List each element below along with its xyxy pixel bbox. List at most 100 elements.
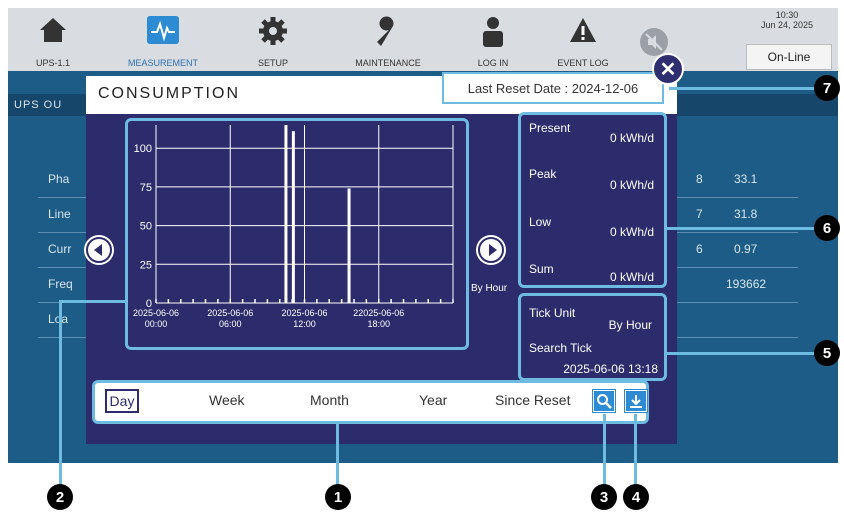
present-label: Present	[529, 121, 571, 135]
callout-2: 2	[47, 484, 73, 510]
x-tick-label-time: 06:00	[219, 319, 242, 329]
x-tick-label-time: 18:00	[367, 319, 390, 329]
chart-svg: 02550751002025-06-0600:002025-06-0606:00…	[133, 125, 454, 329]
download-icon	[630, 395, 642, 408]
nav-maintenance[interactable]: MAINTENANCE	[333, 8, 443, 71]
by-hour-label: By Hour	[471, 283, 508, 294]
search-tick-label: Search Tick	[529, 341, 592, 355]
modal-title: CONSUMPTION	[98, 85, 240, 102]
tick-panel: Tick Unit By Hour Search Tick 2025-06-06…	[518, 293, 667, 381]
nav-maintenance-label: MAINTENANCE	[355, 58, 421, 68]
low-value: 0 kWh/d	[609, 225, 654, 239]
chart-bar	[284, 125, 288, 303]
tab-since-reset[interactable]: Since Reset	[495, 392, 570, 408]
search-icon	[597, 394, 612, 409]
search-tick-value: 2025-06-06 13:18	[563, 362, 658, 376]
nav-measurement-label: MEASUREMENT	[127, 58, 198, 68]
tab-month[interactable]: Month	[310, 392, 349, 408]
callout-7: 7	[814, 75, 840, 101]
nav-setup-label: SETUP	[257, 58, 288, 68]
callout-6: 6	[814, 215, 840, 241]
callout-4: 4	[623, 484, 649, 510]
waveform-icon	[147, 16, 179, 44]
close-button[interactable]: ✕	[652, 53, 684, 85]
y-tick-label: 25	[140, 259, 152, 271]
callout-line-1	[336, 424, 339, 484]
row-label: Freq	[48, 277, 73, 291]
row-value: 33.1	[734, 172, 758, 186]
arrow-right-icon	[488, 244, 497, 256]
nav-event-log[interactable]: EVENT LOG	[538, 8, 628, 71]
x-tick-label-time: 12:00	[293, 319, 316, 329]
close-icon: ✕	[659, 58, 677, 81]
tab-week[interactable]: Week	[209, 392, 245, 408]
tab-day[interactable]: Day	[105, 389, 139, 413]
warning-icon	[570, 18, 596, 42]
x-tick-label-time: 00:00	[145, 319, 168, 329]
arrow-left-icon	[93, 244, 102, 256]
mute-button[interactable]	[640, 28, 668, 56]
callout-line-7	[669, 87, 817, 90]
nav-home-label: UPS-1.1	[35, 58, 70, 68]
x-tick-label-date: 2025-06-06	[133, 308, 179, 318]
sum-label: Sum	[529, 262, 554, 276]
callout-5: 5	[814, 340, 840, 366]
row-value: 8	[696, 172, 703, 186]
y-tick-label: 100	[134, 143, 152, 155]
x-tick-label-date: 2025-06-06	[281, 308, 327, 318]
row-value: 0.97	[734, 242, 758, 256]
search-button[interactable]	[593, 390, 615, 412]
tick-unit-label: Tick Unit	[529, 306, 576, 320]
peak-value: 0 kWh/d	[609, 178, 654, 192]
nav-login[interactable]: LOG IN	[453, 8, 533, 71]
consumption-chart: 0 25 50 75 100 2025-06-06 00:00 2025-06-06 06:00…	[125, 118, 469, 350]
prev-button[interactable]	[86, 237, 112, 263]
callout-line-6	[667, 227, 817, 230]
peak-label: Peak	[529, 167, 557, 181]
nav-measurement[interactable]: MEASUREMENT	[108, 8, 218, 71]
last-reset-date: Last Reset Date : 2024-12-06	[442, 72, 664, 104]
callout-line-4	[634, 414, 637, 486]
clock-time: 10:30	[775, 10, 799, 20]
callout-line-2-h	[59, 300, 127, 303]
download-button[interactable]	[625, 390, 647, 412]
row-value: 31.8	[734, 207, 758, 221]
callout-3: 3	[591, 484, 617, 510]
wrench-icon	[377, 16, 394, 46]
nav-login-label: LOG IN	[477, 58, 509, 68]
nav-event-log-label: EVENT LOG	[557, 58, 609, 68]
home-icon	[40, 18, 66, 42]
callout-line-3	[603, 414, 606, 486]
callout-line-2	[59, 300, 62, 486]
row-label: Pha	[48, 172, 70, 186]
status-badge: On-Line	[746, 44, 832, 70]
period-tab-bar: Day Week Month Year Since Reset	[92, 380, 649, 424]
y-tick-label: 75	[140, 182, 152, 194]
x-tick-label-date: 22025-06-06	[353, 308, 404, 318]
user-icon	[483, 17, 503, 47]
row-label: Curr	[48, 242, 72, 256]
chart-bar	[291, 131, 295, 303]
nav-home[interactable]: UPS-1.1	[8, 8, 98, 71]
tab-year[interactable]: Year	[419, 392, 447, 408]
low-label: Low	[529, 215, 552, 229]
top-nav-bar: UPS-1.1 MEASUREMENT SETUP MAINTENANCE LO…	[8, 8, 838, 71]
y-tick-label: 50	[140, 221, 152, 233]
row-value: 193662	[726, 277, 767, 291]
sum-value: 0 kWh/d	[609, 270, 654, 284]
tick-unit-value: By Hour	[608, 318, 652, 332]
present-value: 0 kWh/d	[609, 131, 654, 145]
row-value: 7	[696, 207, 703, 221]
clock-date: Jun 24, 2025	[760, 20, 814, 30]
callout-1: 1	[325, 484, 351, 510]
stats-panel: Present 0 kWh/d Peak 0 kWh/d Low 0 kWh/d…	[518, 112, 667, 288]
gear-icon	[259, 17, 287, 45]
callout-line-5	[667, 352, 817, 355]
mute-icon	[645, 33, 663, 51]
next-button[interactable]	[478, 237, 504, 263]
nav-setup[interactable]: SETUP	[228, 8, 318, 71]
row-label: Line	[48, 207, 71, 221]
chart-bar	[347, 188, 351, 303]
x-tick-label-date: 2025-06-06	[207, 308, 253, 318]
row-value: 6	[696, 242, 703, 256]
